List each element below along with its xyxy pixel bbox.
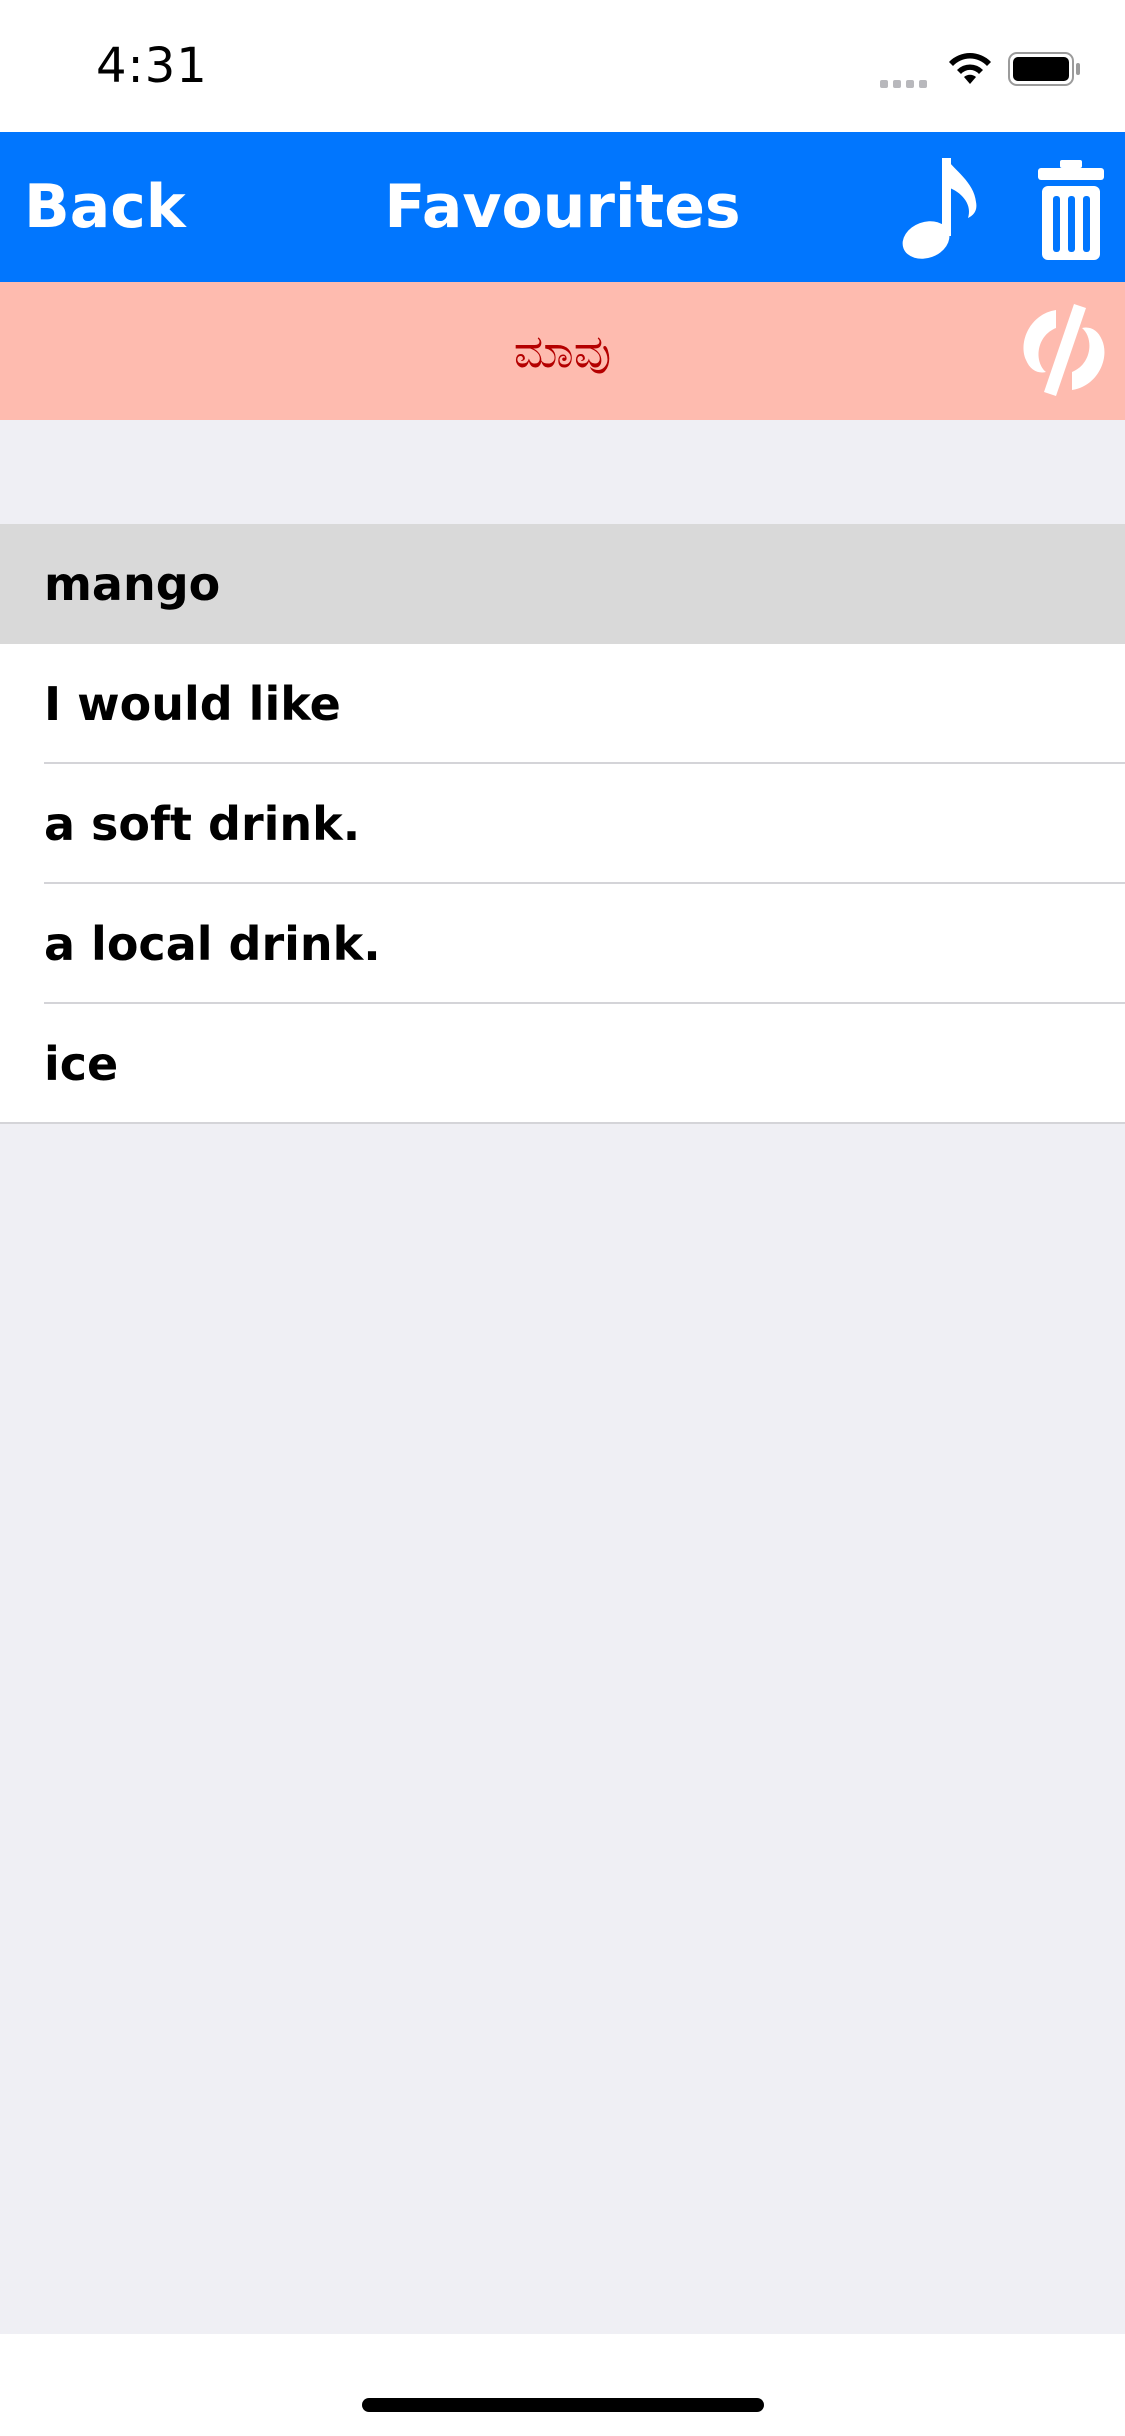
back-button[interactable]: Back	[24, 132, 186, 282]
row-divider	[0, 1122, 1125, 1124]
flip-icon[interactable]	[1016, 300, 1112, 400]
battery-icon	[1008, 52, 1080, 86]
trash-icon[interactable]	[1036, 160, 1106, 262]
list-item-label: I would like	[44, 677, 341, 731]
status-time: 4:31	[96, 38, 208, 94]
music-note-icon[interactable]	[902, 154, 980, 264]
home-indicator-area	[0, 2334, 1125, 2436]
list-item[interactable]: mango	[0, 524, 1125, 644]
list-item[interactable]: a local drink.	[0, 884, 1125, 1004]
home-indicator[interactable]	[362, 2398, 764, 2412]
navigation-bar: Back Favourites	[0, 132, 1125, 282]
list-item-label: mango	[44, 557, 221, 611]
wifi-icon	[949, 53, 991, 84]
list-item[interactable]: a soft drink.	[0, 764, 1125, 884]
status-bar: 4:31	[0, 0, 1125, 132]
list-item-label: a local drink.	[44, 917, 381, 971]
phrase-banner: ಮಾವು	[0, 282, 1125, 420]
list-item-label: ice	[44, 1037, 119, 1091]
cellular-signal-icon	[880, 73, 932, 92]
list-item[interactable]: ice	[0, 1004, 1125, 1124]
phrase-text: ಮಾವು	[513, 324, 612, 378]
list-item[interactable]: I would like	[0, 644, 1125, 764]
list-item-label: a soft drink.	[44, 797, 361, 851]
favourites-list: mango I would like a soft drink. a local…	[0, 524, 1125, 1124]
